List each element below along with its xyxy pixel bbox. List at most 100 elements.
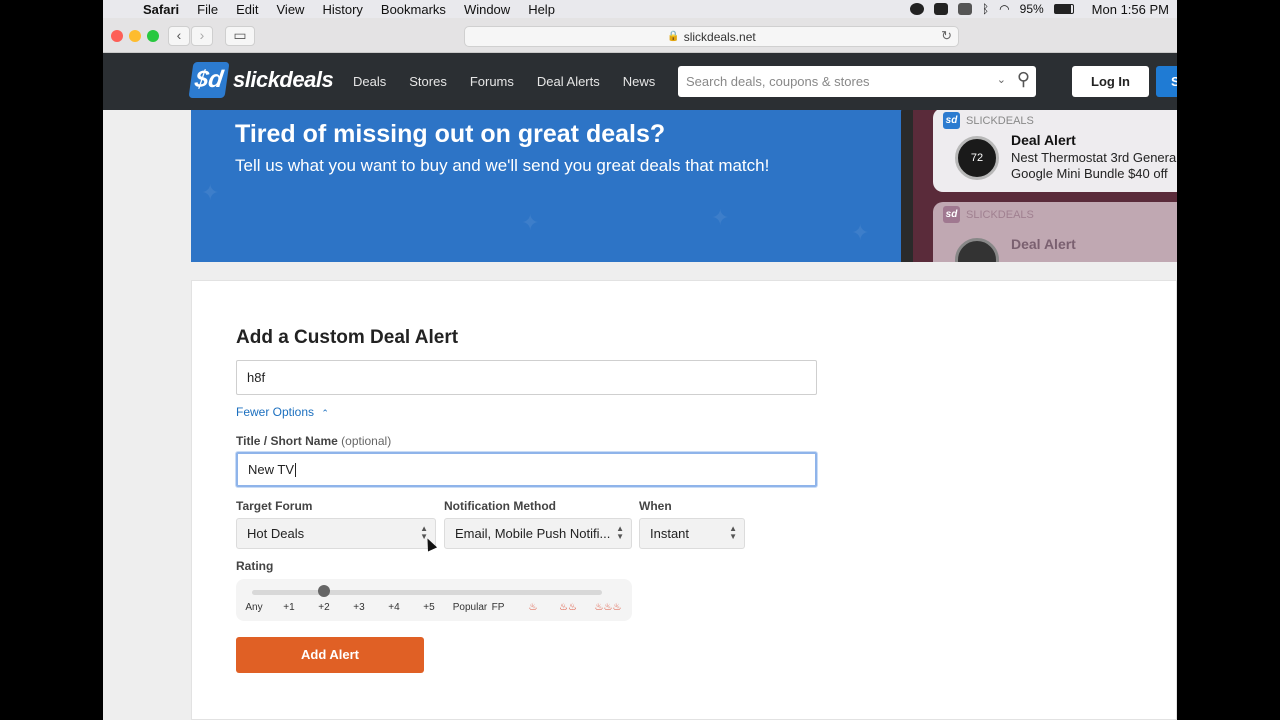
address-bar-url: slickdeals.net xyxy=(683,29,756,44)
target-forum-label: Target Forum xyxy=(236,499,313,513)
login-button[interactable]: Log In xyxy=(1072,66,1149,97)
product-image xyxy=(955,238,999,262)
signup-button[interactable]: S xyxy=(1156,66,1177,97)
slickdeals-logo-mark[interactable]: $d xyxy=(188,62,230,98)
battery-icon[interactable] xyxy=(1053,4,1074,14)
notification-method-value: Email, Mobile Push Notifi... xyxy=(455,526,611,541)
fewer-options-link[interactable]: Fewer Options ⌃ xyxy=(236,405,329,419)
rating-tick[interactable]: FP xyxy=(492,602,505,613)
nav-deals[interactable]: Deals xyxy=(353,74,386,89)
main-nav: Deals Stores Forums Deal Alerts News xyxy=(353,53,655,110)
paw-pattern-icon: ✦ xyxy=(201,180,220,205)
notification-method-select[interactable]: Email, Mobile Push Notifi... ▲ ▼ xyxy=(444,518,632,549)
form-heading: Add a Custom Deal Alert xyxy=(236,327,459,348)
lock-icon: 🔒 xyxy=(667,31,680,42)
search-icon[interactable]: ⚲ xyxy=(1017,69,1030,90)
keyword-input[interactable]: h8f xyxy=(236,360,817,395)
wifi-icon[interactable]: ◠ xyxy=(999,2,1009,16)
phone-screen: sd SLICKDEALS 72 Deal Alert Nest Thermos… xyxy=(913,110,1177,262)
nav-news[interactable]: News xyxy=(623,74,656,89)
banner-headline: Tired of missing out on great deals? xyxy=(235,120,666,148)
notification-source-label: SLICKDEALS xyxy=(966,208,1034,221)
rating-tick[interactable]: +5 xyxy=(423,602,434,613)
menu-view[interactable]: View xyxy=(277,2,305,17)
reload-icon[interactable]: ↻ xyxy=(941,28,952,44)
sidebar-toggle-button[interactable]: ▭ xyxy=(225,26,255,46)
slickdeals-app-icon: sd xyxy=(943,206,960,223)
notification-title: Deal Alert xyxy=(1011,236,1076,252)
zoom-window-button[interactable] xyxy=(147,30,159,42)
notification-source: sd SLICKDEALS xyxy=(943,112,1034,129)
display-icon[interactable] xyxy=(957,3,972,15)
chevron-up-icon: ⌃ xyxy=(321,408,329,418)
rating-track[interactable] xyxy=(252,590,602,595)
menu-history[interactable]: History xyxy=(322,2,362,17)
when-label: When xyxy=(639,499,672,513)
search-input[interactable]: Search deals, coupons & stores ⌄ ⚲ xyxy=(678,66,1036,97)
keyword-value: h8f xyxy=(247,370,266,385)
rating-tick[interactable]: +2 xyxy=(318,602,329,613)
menu-help[interactable]: Help xyxy=(528,2,555,17)
slickdeals-logo-text[interactable]: slickdeals xyxy=(233,67,334,93)
video-icon[interactable] xyxy=(933,3,948,15)
title-label-text: Title / Short Name xyxy=(236,434,338,448)
menu-app-safari[interactable]: Safari xyxy=(143,2,179,17)
add-alert-button[interactable]: Add Alert xyxy=(236,637,424,673)
title-input[interactable]: New TV xyxy=(236,452,817,487)
minimize-window-button[interactable] xyxy=(129,30,141,42)
page-content: ✦ ✦ ✦ ✦ Tired of missing out on great de… xyxy=(103,110,1177,720)
screen-record-icon[interactable] xyxy=(909,3,924,15)
forward-button[interactable]: › xyxy=(191,26,213,46)
rating-tick[interactable]: +3 xyxy=(353,602,364,613)
clock[interactable]: Mon 1:56 PM xyxy=(1092,2,1169,17)
title-optional-text: (optional) xyxy=(341,434,392,448)
notification-source-label: SLICKDEALS xyxy=(966,114,1034,127)
menu-file[interactable]: File xyxy=(197,2,218,17)
notification-card: sd SLICKDEALS 72 Deal Alert Nest Thermos… xyxy=(933,110,1177,192)
paw-pattern-icon: ✦ xyxy=(521,210,540,235)
target-forum-select[interactable]: Hot Deals ▲ ▼ xyxy=(236,518,436,549)
target-forum-value: Hot Deals xyxy=(247,526,305,541)
flame-2-icon[interactable]: ♨♨ xyxy=(559,602,577,613)
address-bar[interactable]: 🔒 slickdeals.net ↻ xyxy=(464,26,959,47)
rating-tick[interactable]: Any xyxy=(245,602,262,613)
menu-edit[interactable]: Edit xyxy=(236,2,258,17)
flame-1-icon[interactable]: ♨ xyxy=(529,602,538,613)
notification-line: Nest Thermostat 3rd Genera xyxy=(1011,150,1177,165)
flame-3-icon[interactable]: ♨♨♨ xyxy=(595,602,622,613)
fewer-options-label: Fewer Options xyxy=(236,405,315,419)
rating-tick[interactable]: Popular xyxy=(453,602,487,613)
notification-method-label: Notification Method xyxy=(444,499,556,513)
rating-label: Rating xyxy=(236,559,274,573)
nest-thermostat-image: 72 xyxy=(955,136,999,180)
nav-stores[interactable]: Stores xyxy=(409,74,447,89)
when-select[interactable]: Instant ▲ ▼ xyxy=(639,518,745,549)
menu-window[interactable]: Window xyxy=(464,2,510,17)
notification-body: Nest Thermostat 3rd Genera Google Mini B… xyxy=(1011,150,1176,182)
slickdeals-app-icon: sd xyxy=(943,112,960,129)
text-caret xyxy=(295,462,296,477)
rating-tick[interactable]: +1 xyxy=(283,602,294,613)
title-label: Title / Short Name (optional) xyxy=(236,434,391,448)
back-button[interactable]: ‹ xyxy=(168,26,190,46)
macos-menubar: Safari File Edit View History Bookmarks … xyxy=(103,0,1177,18)
rating-handle[interactable] xyxy=(318,585,330,597)
notification-line: Google Mini Bundle $40 off xyxy=(1011,166,1168,181)
custom-deal-alert-card: Add a Custom Deal Alert h8f Fewer Option… xyxy=(191,280,1177,720)
rating-slider[interactable]: Any +1 +2 +3 +4 +5 Popular FP ♨ ♨♨ ♨♨♨ xyxy=(236,579,632,621)
chevron-down-icon[interactable]: ⌄ xyxy=(997,73,1006,86)
nav-forums[interactable]: Forums xyxy=(470,74,514,89)
notification-title: Deal Alert xyxy=(1011,132,1076,148)
title-value: New TV xyxy=(248,462,294,477)
select-arrows-icon: ▲ ▼ xyxy=(616,524,624,541)
search-placeholder: Search deals, coupons & stores xyxy=(686,74,870,89)
menu-bookmarks[interactable]: Bookmarks xyxy=(381,2,446,17)
menubar-status-area: ᛒ ◠ 95% Mon 1:56 PM xyxy=(909,2,1177,17)
nav-deal-alerts[interactable]: Deal Alerts xyxy=(537,74,600,89)
deal-alert-banner: ✦ ✦ ✦ ✦ Tired of missing out on great de… xyxy=(191,110,1177,262)
rating-tick[interactable]: +4 xyxy=(388,602,399,613)
close-window-button[interactable] xyxy=(111,30,123,42)
select-arrows-icon: ▲ ▼ xyxy=(729,524,737,541)
bluetooth-icon[interactable]: ᛒ xyxy=(982,2,989,16)
paw-pattern-icon: ✦ xyxy=(711,205,730,230)
